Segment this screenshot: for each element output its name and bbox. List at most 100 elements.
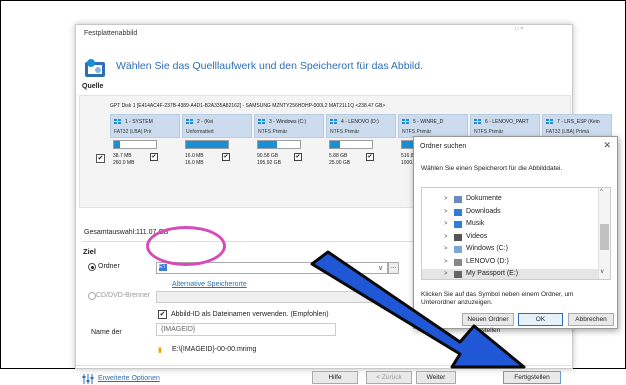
help-button[interactable]: Hilfe — [312, 371, 358, 384]
folder-tree-item[interactable]: > Downloads — [422, 207, 598, 219]
partition-type: FAT32 (LBA) Primä — [546, 129, 589, 135]
expand-chevron-icon[interactable]: > — [444, 196, 448, 202]
windows-flag-icon — [546, 119, 553, 125]
partition-type: NTFS Primär — [402, 129, 432, 135]
partition-usage-bar — [329, 140, 373, 149]
documents-icon — [454, 196, 462, 203]
folder-tree-item[interactable]: > Musik — [422, 219, 598, 231]
source-label: Quelle — [82, 83, 104, 90]
file-path: E:\{IMAGEID}-00-00.mrimg — [172, 346, 257, 353]
partition-4[interactable]: 4 - LENOVO (D:) NTFS Primär 5.88 GB 25.00 G… — [326, 114, 396, 174]
name-label: Name der — [91, 329, 122, 336]
partition-usage-fill — [258, 141, 278, 148]
partition-header: 6 - LENOVO_PART NTFS Primär — [470, 114, 540, 138]
partition-type: FAT32 (LBA) Prir — [114, 129, 152, 135]
partition-type: Unformatted — [186, 129, 214, 135]
partition-total: 195.92 GB — [257, 160, 281, 166]
partition-total: 16.0 MB — [185, 160, 204, 166]
partition-1[interactable]: 1 - SYSTEM FAT32 (LBA) Prir 38.7 MB 260.0 M… — [110, 114, 180, 174]
scroll-up-icon[interactable]: ^ — [600, 189, 603, 195]
partition-checkbox[interactable]: ✔ — [294, 153, 302, 161]
partition-total: 25.00 GB — [329, 160, 351, 166]
partition-checkbox[interactable]: ✔ — [366, 153, 374, 161]
partition-usage-bar — [185, 140, 229, 149]
image-id-label: Abbild-ID als Dateinamen verwenden. (Emp… — [171, 311, 329, 318]
partition-header: 7 - LRS_ESP (Kein FAT32 (LBA) Primä — [542, 114, 612, 138]
folder-tree-label: Downloads — [466, 207, 501, 215]
partition-used: 38.7 MB — [113, 153, 132, 159]
folder-dialog-description: Wählen Sie einen Speicherort für die Abb… — [421, 165, 563, 172]
highlight-circle — [146, 226, 226, 266]
folder-tree-label: Videos — [466, 232, 488, 240]
windows-flag-icon — [330, 119, 337, 125]
expand-chevron-icon[interactable]: > — [444, 209, 448, 215]
cancel-button[interactable]: Abbrechen — [568, 313, 614, 326]
partition-usage-bar — [113, 140, 157, 149]
image-id-checkbox[interactable]: ✔ — [158, 310, 167, 319]
partition-checkbox[interactable]: ✔ — [222, 153, 230, 161]
partition-name: 2 - (Kei — [197, 119, 214, 125]
partition-header: 1 - SYSTEM FAT32 (LBA) Prir — [110, 114, 180, 138]
partition-usage-fill — [330, 141, 341, 148]
next-button[interactable]: Weiter — [416, 371, 456, 384]
windows-flag-icon — [402, 119, 409, 125]
downloads-icon — [454, 208, 462, 216]
folder-tree-item[interactable]: > Dokumente — [422, 194, 598, 206]
dialog-title: Festplattenabbild — [84, 30, 138, 37]
partition-name: 6 - LENOVO_PART — [485, 119, 529, 125]
partition-type: NTFS Primär — [258, 129, 288, 135]
windows-flag-icon — [474, 119, 481, 125]
partition-name: 7 - LRS_ESP (Kein — [557, 119, 600, 125]
finish-button[interactable]: Fertigstellen — [503, 371, 561, 384]
windows-flag-icon — [186, 119, 193, 125]
partition-used: 90.58 GB — [257, 153, 279, 159]
partition-checkbox[interactable]: ✔ — [150, 153, 158, 161]
folder-tree-label: Dokumente — [466, 195, 502, 202]
expand-chevron-icon[interactable]: > — [444, 234, 448, 240]
partition-name: 1 - SYSTEM — [125, 119, 153, 125]
disk-header: GPT Disk 1 [E414AC4F-237B-4389-A4D1-B2A3… — [110, 103, 386, 109]
partition-2[interactable]: 2 - (Kei Unformatted 16.0 MB 16.0 MB ✔ — [182, 114, 252, 174]
tree-scrollbar-thumb[interactable] — [600, 224, 609, 250]
windows-flag-icon — [258, 119, 265, 125]
partition-header: 5 - WINRE_D NTFS Primär — [398, 114, 468, 138]
videos-icon — [454, 233, 462, 241]
partition-total: 260.0 MB — [113, 160, 135, 166]
ordner-radio[interactable] — [88, 263, 96, 271]
target-label: Ziel — [83, 247, 96, 256]
partition-name: 3 - Windows (C:) — [269, 119, 307, 125]
titlebar-buttons[interactable]: ∷ ^ — [496, 26, 542, 36]
partition-name: 4 - LENOVO (D:) — [341, 119, 379, 125]
back-button[interactable]: < Zurück — [366, 371, 412, 384]
folder-path-value[interactable]: E:\ — [159, 264, 167, 271]
windows-flag-icon — [114, 119, 121, 125]
arrow-annotation — [310, 250, 526, 369]
partition-used: 16.0 MB — [185, 153, 204, 159]
divider — [82, 241, 432, 242]
close-icon[interactable]: ✕ — [603, 140, 611, 151]
music-icon — [454, 221, 462, 228]
scroll-down-icon[interactable]: ∨ — [600, 268, 604, 275]
folder-tree-label: Musik — [466, 220, 485, 227]
partition-header: 3 - Windows (C:) NTFS Primär — [254, 114, 324, 138]
selection-label: Gesamtauswahl: — [84, 229, 137, 236]
cd-radio[interactable] — [88, 292, 96, 300]
partition-usage-fill — [114, 141, 121, 148]
cd-burner-label: CD/DVD-Brenner — [96, 292, 151, 299]
alternative-locations-link[interactable]: Alternative Speicherorte — [172, 281, 247, 288]
folder-tree-item[interactable]: > Videos — [422, 232, 598, 244]
advanced-options-link[interactable]: Erweiterte Optionen — [98, 375, 160, 382]
disk-image-icon — [85, 59, 105, 77]
disk-checkbox[interactable]: ✔ — [96, 154, 105, 163]
expand-chevron-icon[interactable]: > — [444, 221, 448, 227]
partition-3[interactable]: 3 - Windows (C:) NTFS Primär 90.58 GB 195.9… — [254, 114, 324, 174]
file-icon: ▮ — [158, 347, 162, 354]
headline: Wählen Sie das Quelllaufwerk und den Spe… — [116, 60, 424, 72]
partition-type: NTFS Primär — [474, 129, 504, 135]
partition-usage-bar — [257, 140, 301, 149]
partition-usage-fill — [186, 141, 228, 148]
options-icon[interactable] — [82, 373, 94, 385]
name-input[interactable]: {IMAGEID} — [156, 323, 336, 336]
ordner-label: Ordner — [98, 263, 120, 270]
partition-used: 5.88 GB — [329, 153, 348, 159]
